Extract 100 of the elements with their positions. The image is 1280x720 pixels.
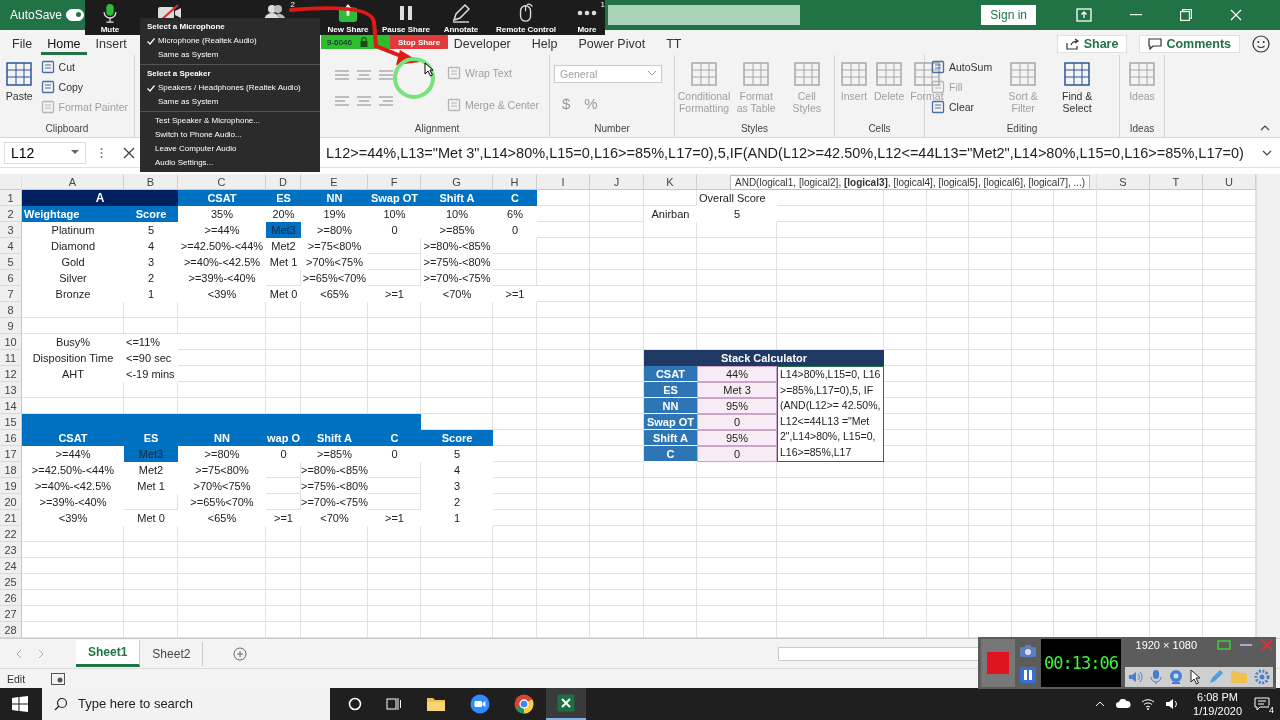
name-box[interactable]: L12 xyxy=(4,141,86,164)
row-number[interactable]: 18 xyxy=(0,462,22,479)
menu-item[interactable]: Leave Computer Audio xyxy=(140,142,320,156)
row-number[interactable]: 12 xyxy=(0,366,22,383)
horizontal-scrollbar[interactable] xyxy=(778,646,980,661)
menu-item[interactable]: Same as System xyxy=(140,48,320,62)
row-number[interactable]: 5 xyxy=(0,254,22,271)
row-number[interactable]: 7 xyxy=(0,286,22,303)
ribbon-display-icon[interactable] xyxy=(1076,7,1092,22)
cursor-icon[interactable] xyxy=(1190,669,1202,685)
row-number[interactable]: 24 xyxy=(0,558,22,575)
toolbar-label[interactable]: More xyxy=(577,25,597,34)
row-number[interactable]: 16 xyxy=(0,430,22,447)
sheet-tab[interactable]: Sheet1 xyxy=(76,640,141,668)
menu-item[interactable]: Same as System xyxy=(140,95,320,109)
stop-share-button[interactable]: Stop Share xyxy=(389,35,449,49)
taskbar-search-field[interactable]: Type here to search xyxy=(42,688,330,720)
toolbar-label[interactable]: Pause Share xyxy=(382,25,430,34)
speaker-icon[interactable] xyxy=(1128,670,1144,684)
pencil-icon[interactable] xyxy=(451,2,471,23)
row-number[interactable]: 15 xyxy=(0,414,22,431)
windows-logo-icon[interactable] xyxy=(12,696,28,712)
wifi-icon[interactable] xyxy=(1141,698,1156,710)
menu-item[interactable]: Switch to Phone Audio... xyxy=(140,128,320,142)
ribbon-tab[interactable]: File xyxy=(6,36,39,55)
ribbon-button[interactable]: Paste xyxy=(4,58,35,104)
row-number[interactable]: 20 xyxy=(0,494,22,511)
row-number[interactable]: 22 xyxy=(0,526,22,543)
row-number[interactable]: 23 xyxy=(0,542,22,559)
ribbon-tab[interactable]: Power Pivot xyxy=(572,36,652,55)
ribbon-tab[interactable]: Insert xyxy=(89,36,133,55)
row-number[interactable]: 10 xyxy=(0,334,22,351)
row-number[interactable]: 2 xyxy=(0,206,22,223)
browser-icon[interactable] xyxy=(514,694,534,714)
sheet-tab[interactable]: Sheet2 xyxy=(140,641,204,666)
smiley-icon[interactable] xyxy=(1252,34,1270,53)
pause-icon[interactable] xyxy=(1020,666,1037,683)
ribbon-tab[interactable]: TT xyxy=(660,36,688,55)
autosave-toggle[interactable] xyxy=(66,8,85,21)
restore-icon[interactable] xyxy=(1180,8,1192,21)
chevron-up-icon[interactable] xyxy=(1095,701,1106,707)
ribbon-tab[interactable]: Help xyxy=(525,36,564,55)
pause-icon[interactable] xyxy=(399,4,413,21)
ribbon-button[interactable]: Cut xyxy=(38,58,130,75)
row-number[interactable]: 4 xyxy=(0,238,22,255)
cloud-icon[interactable] xyxy=(1115,699,1132,709)
macro-record-icon[interactable] xyxy=(51,672,66,685)
ribbon-button[interactable]: Find & Select xyxy=(1052,58,1103,116)
row-number[interactable]: 26 xyxy=(0,590,22,607)
more-icon[interactable] xyxy=(577,9,597,16)
share-screen-icon[interactable] xyxy=(338,2,358,23)
menu-item[interactable]: Speakers / Headphones (Realtek Audio) xyxy=(140,81,320,95)
ribbon-button[interactable]: Copy xyxy=(38,78,130,95)
mouse-icon[interactable] xyxy=(518,2,534,23)
volume-icon[interactable] xyxy=(1165,698,1180,710)
row-number[interactable]: 3 xyxy=(0,222,22,239)
vertical-scrollbar[interactable] xyxy=(1255,174,1280,639)
row-number[interactable]: 6 xyxy=(0,270,22,287)
formula-input[interactable]: L12>=44%,L13="Met 3",L14>80%,L15=0,L16>=85%,L17=0),5,IF(AND(L12>=42.50%,L12<=44L13="Met2",L14>80%,L15=0,L16>=85%,L17=0) xyxy=(326,144,1244,161)
row-number[interactable]: 27 xyxy=(0,606,22,623)
minimize-icon[interactable] xyxy=(1130,13,1142,16)
toolbar-label[interactable]: Mute xyxy=(100,25,120,34)
cancel-icon[interactable] xyxy=(123,146,135,159)
row-number[interactable]: 1 xyxy=(0,190,22,207)
circle-icon[interactable] xyxy=(348,697,362,711)
toolbar-label[interactable]: New Share xyxy=(327,25,369,34)
camera-icon[interactable] xyxy=(1019,643,1038,658)
row-number[interactable]: 11 xyxy=(0,350,22,367)
row-number[interactable]: 17 xyxy=(0,446,22,463)
row-number[interactable]: 14 xyxy=(0,398,22,415)
row-number[interactable]: 13 xyxy=(0,382,22,399)
taskbar-button[interactable] xyxy=(546,688,586,720)
ribbon-tab[interactable]: Developer xyxy=(447,36,517,55)
rectangle-icon[interactable] xyxy=(1217,640,1231,650)
menu-item[interactable]: Audio Settings... xyxy=(140,156,320,170)
microphone-icon[interactable] xyxy=(102,2,118,23)
toolbar-label[interactable]: Remote Control xyxy=(496,25,556,34)
collapse-ribbon-icon[interactable] xyxy=(1260,125,1270,132)
comments-button[interactable]: Comments xyxy=(1139,34,1240,53)
notifications-icon[interactable] xyxy=(1254,697,1270,711)
settings-icon[interactable] xyxy=(1254,669,1270,685)
menu-item[interactable]: Test Speaker & Microphone... xyxy=(140,114,320,128)
expand-icon[interactable] xyxy=(1262,149,1272,156)
sign-in-button[interactable]: Sign in xyxy=(981,4,1036,25)
webcam-icon[interactable] xyxy=(1168,669,1184,685)
share-button[interactable]: Share xyxy=(1056,34,1128,53)
row-number[interactable]: 8 xyxy=(0,302,22,319)
title-search-field[interactable] xyxy=(608,4,801,25)
toolbar-label[interactable]: Annotate xyxy=(443,25,479,34)
row-number[interactable]: 25 xyxy=(0,574,22,591)
folder-icon[interactable] xyxy=(426,696,446,712)
video-camera-icon[interactable] xyxy=(470,694,490,714)
clock-time[interactable]: 6:08 PM xyxy=(1197,690,1238,704)
row-number[interactable]: 21 xyxy=(0,510,22,527)
add-sheet-icon[interactable] xyxy=(233,646,248,661)
row-number[interactable]: 19 xyxy=(0,478,22,495)
menu-item[interactable]: Microphone (Realtek Audio) xyxy=(140,34,320,48)
row-number[interactable]: 28 xyxy=(0,622,22,639)
task-view-icon[interactable] xyxy=(386,697,402,711)
row-number[interactable]: 9 xyxy=(0,318,22,335)
